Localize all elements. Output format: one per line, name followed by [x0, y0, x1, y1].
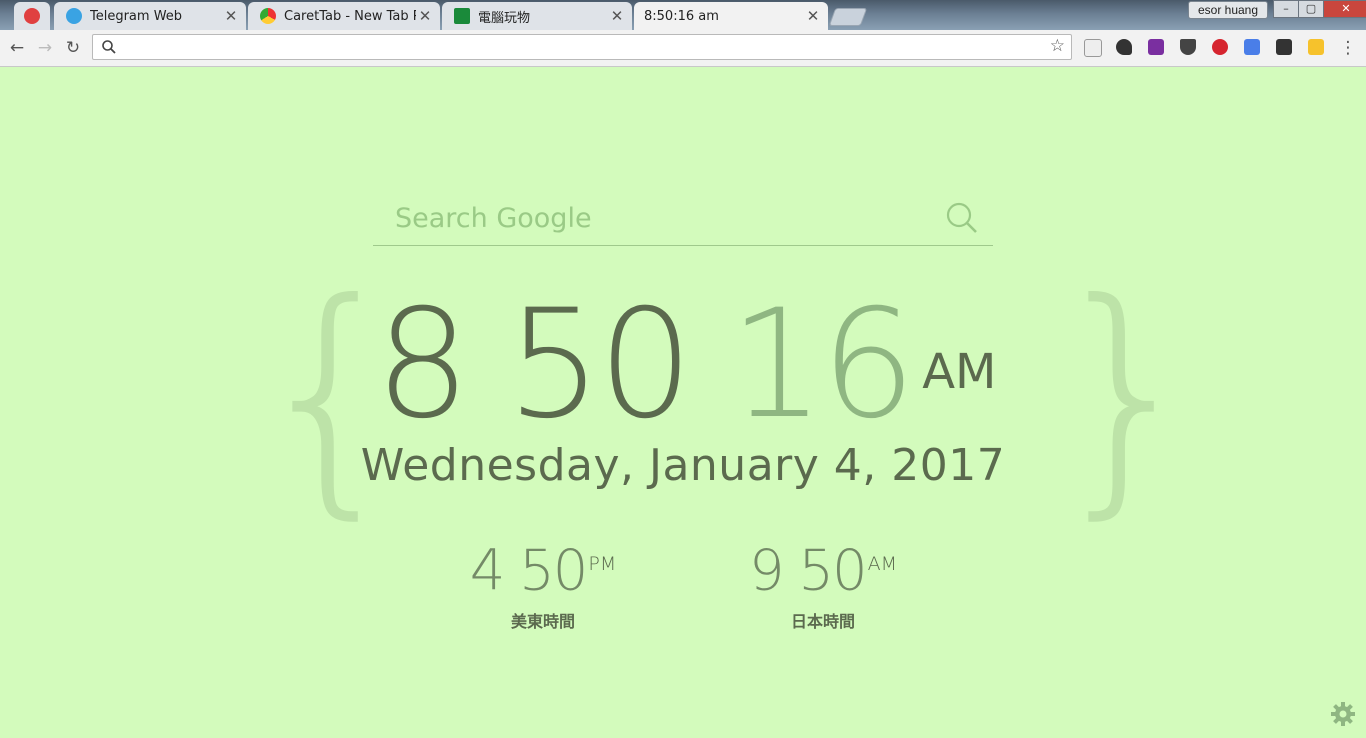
tab-site[interactable]: 電腦玩物 ✕ [442, 2, 632, 30]
tab-active[interactable]: 8:50:16 am ✕ [634, 2, 828, 30]
zone-time: 9 50 AM [723, 532, 923, 604]
browser-toolbar: ← → ↻ ☆ ⋮ [0, 30, 1366, 67]
close-window-button[interactable]: ✕ [1323, 0, 1366, 18]
new-tab-button[interactable] [828, 8, 868, 26]
extension-image-icon[interactable] [1084, 39, 1102, 57]
clock-hour: 8 [375, 278, 470, 452]
zone-hour: 9 [748, 538, 785, 604]
zone-label: 日本時間 [790, 611, 855, 631]
zone-label: 美東時間 [510, 611, 575, 631]
reload-button[interactable]: ↻ [62, 37, 84, 59]
carettab-icon [260, 8, 276, 24]
omnibox-input[interactable] [123, 37, 1037, 59]
bookmark-star-icon[interactable]: ☆ [1050, 36, 1065, 56]
minimize-button[interactable]: – [1273, 0, 1299, 18]
settings-gear-icon[interactable] [1330, 701, 1356, 727]
zone-minute: 50 [798, 538, 867, 604]
site-icon [454, 8, 470, 24]
back-button[interactable]: ← [6, 37, 28, 59]
notes-icon[interactable] [1308, 39, 1324, 55]
tab-strip: Telegram Web ✕ CaretTab - New Tab Pa ✕ 電… [0, 0, 1366, 30]
tab-carettab[interactable]: CaretTab - New Tab Pa ✕ [248, 2, 440, 30]
zone-time: 4 50 PM [443, 532, 643, 604]
zone-ampm: AM [867, 553, 898, 575]
maximize-button[interactable]: ▢ [1298, 0, 1324, 18]
forward-button[interactable]: → [34, 37, 56, 59]
power-extension-icon[interactable] [1212, 39, 1228, 55]
omnibox[interactable]: ☆ [92, 34, 1072, 60]
pocket-icon[interactable] [1180, 39, 1196, 55]
film-icon[interactable] [1276, 39, 1292, 55]
tab-telegram[interactable]: Telegram Web ✕ [54, 2, 246, 30]
zone-hour: 4 [469, 538, 506, 604]
close-icon[interactable]: ✕ [804, 7, 822, 25]
tab-title: 電腦玩物 [478, 10, 531, 26]
clock-minute: 50 [506, 278, 693, 452]
clock-ampm: AM [922, 344, 997, 400]
world-clock-us-east: 4 50 PM 美東時間 [443, 532, 643, 632]
world-clock-japan: 9 50 AM 日本時間 [723, 532, 923, 632]
close-icon[interactable]: ✕ [416, 7, 434, 25]
power-icon [24, 8, 40, 24]
current-date: Wednesday, January 4, 2017 [360, 440, 1006, 491]
zone-minute: 50 [519, 538, 588, 604]
clock-second: 16 [729, 278, 916, 452]
search-input[interactable] [393, 199, 937, 237]
close-icon[interactable]: ✕ [222, 7, 240, 25]
evernote-icon[interactable] [1116, 39, 1132, 55]
profile-button[interactable]: esor huang [1188, 1, 1268, 19]
onenote-icon[interactable] [1148, 39, 1164, 55]
tab-pinned[interactable] [14, 2, 50, 30]
search-box [373, 193, 993, 246]
telegram-icon [66, 8, 82, 24]
tab-title: CaretTab - New Tab Pa [284, 8, 416, 24]
translate-icon[interactable] [1244, 39, 1260, 55]
zone-ampm: PM [588, 553, 617, 575]
menu-icon[interactable]: ⋮ [1337, 37, 1359, 59]
tab-title: 8:50:16 am [644, 8, 719, 24]
search-icon [102, 40, 116, 54]
close-icon[interactable]: ✕ [608, 7, 626, 25]
search-icon[interactable] [945, 201, 979, 235]
window-controls: – ▢ ✕ [1273, 0, 1366, 18]
tab-title: Telegram Web [90, 8, 183, 24]
main-clock: 8 50 16 AM [375, 290, 996, 440]
